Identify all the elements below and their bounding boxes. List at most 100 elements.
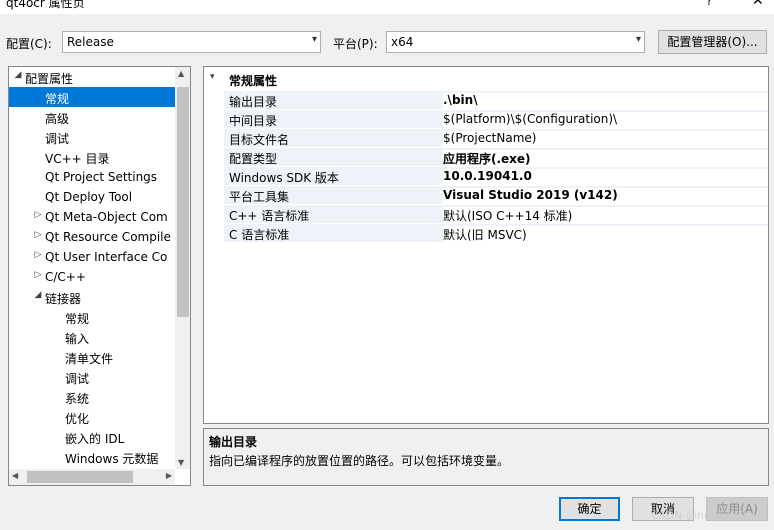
tree-item-label: VC++ 目录: [45, 152, 110, 166]
expand-icon[interactable]: ▷: [33, 250, 43, 260]
property-value-cell[interactable]: 默认(ISO C++14 标准): [443, 207, 768, 225]
property-row[interactable]: 配置类型 应用程序(.exe): [224, 148, 768, 168]
property-name: Windows SDK 版本: [229, 171, 339, 185]
tree-item-label: 调试: [65, 372, 90, 386]
expand-icon[interactable]: ▷: [33, 230, 43, 240]
property-name: 配置类型: [229, 152, 278, 166]
window-title: qt4ocr 属性页: [6, 0, 85, 10]
platform-dropdown-value: x64: [391, 35, 414, 49]
close-icon[interactable]: ✕: [752, 0, 764, 9]
chevron-down-icon: ▾: [635, 34, 641, 45]
property-value: 10.0.19041.0: [443, 169, 532, 183]
config-manager-button[interactable]: 配置管理器(O)...: [658, 30, 767, 54]
tree-item[interactable]: ◢ 链接器: [9, 287, 175, 307]
property-grid: ▾ 常规属性 输出目录 .\bin\ 中间目录 $(Platform)\$(Confi…: [203, 66, 769, 424]
tree-scroll-thumb[interactable]: [177, 87, 189, 317]
property-row[interactable]: 平台工具集 Visual Studio 2019 (v142): [224, 186, 768, 206]
tree-item-label: Qt Resource Compile: [45, 230, 171, 244]
collapse-icon[interactable]: ◢: [13, 70, 23, 80]
ok-button[interactable]: 确定: [559, 497, 620, 521]
chevron-down-icon: ▾: [311, 34, 317, 45]
tree-item[interactable]: 优化: [9, 407, 175, 427]
tree-item[interactable]: ◢ 配置属性: [9, 67, 175, 87]
property-name: 中间目录: [229, 114, 278, 128]
platform-label: 平台(P):: [333, 37, 378, 51]
tree-item[interactable]: 调试: [9, 127, 175, 147]
help-icon[interactable]: ?: [706, 0, 712, 8]
property-value-cell[interactable]: 应用程序(.exe): [443, 150, 768, 168]
tree-item-label: 系统: [65, 392, 90, 406]
property-name: 平台工具集: [229, 190, 290, 204]
config-label: 配置(C):: [6, 37, 52, 51]
tree-item[interactable]: 高级: [9, 107, 175, 127]
title-bar: qt4ocr 属性页 ? ✕: [0, 0, 774, 14]
property-value-cell[interactable]: $(Platform)\$(Configuration)\: [443, 112, 768, 130]
property-row[interactable]: C++ 语言标准 默认(ISO C++14 标准): [224, 205, 768, 225]
expand-icon[interactable]: ▷: [33, 270, 43, 280]
config-manager-button-label: 配置管理器(O)...: [667, 35, 758, 49]
property-category[interactable]: ▾ 常规属性: [204, 71, 768, 89]
property-row[interactable]: 目标文件名 $(ProjectName): [224, 129, 768, 149]
property-value: $(Platform)\$(Configuration)\: [443, 112, 618, 126]
collapse-icon[interactable]: ▾: [210, 72, 215, 82]
tree-item[interactable]: Qt Project Settings: [9, 167, 175, 187]
property-row[interactable]: 中间目录 $(Platform)\$(Configuration)\: [224, 110, 768, 130]
tree-item[interactable]: Windows 元数据: [9, 447, 175, 467]
collapse-icon[interactable]: ◢: [33, 290, 43, 300]
tree-item[interactable]: 常规: [9, 87, 175, 107]
property-name: 输出目录: [229, 95, 278, 109]
tree-item[interactable]: 调试: [9, 367, 175, 387]
property-value-cell[interactable]: $(ProjectName): [443, 131, 768, 149]
tree-item[interactable]: ▷ C/C++: [9, 267, 175, 287]
expand-icon[interactable]: ▷: [33, 210, 43, 220]
property-name: C++ 语言标准: [229, 209, 310, 223]
tree-item-label: Qt Deploy Tool: [45, 190, 133, 204]
tree-item[interactable]: VC++ 目录: [9, 147, 175, 167]
tree-hscroll-thumb[interactable]: [27, 471, 133, 483]
property-tree: ◢ 配置属性 常规 高级 调试 VC++ 目录 Qt Project Settings Qt …: [8, 66, 191, 486]
property-value: Visual Studio 2019 (v142): [443, 188, 618, 202]
tree-item[interactable]: Qt Deploy Tool: [9, 187, 175, 207]
property-row[interactable]: Windows SDK 版本 10.0.19041.0: [224, 167, 768, 187]
platform-dropdown[interactable]: x64 ▾: [386, 31, 645, 53]
tree-item[interactable]: 输入: [9, 327, 175, 347]
watermark-text: CSDN @humour9: [651, 509, 747, 522]
tree-item-label: 清单文件: [65, 352, 114, 366]
tree-item[interactable]: ▷ Qt User Interface Co: [9, 247, 175, 267]
tree-item-label: Qt Meta-Object Com: [45, 210, 168, 224]
tree-vertical-scrollbar[interactable]: ▲ ▼: [175, 67, 190, 469]
property-row[interactable]: C 语言标准 默认(旧 MSVC): [224, 224, 768, 244]
description-title: 输出目录: [209, 435, 258, 449]
tree-item[interactable]: ▷ Qt Meta-Object Com: [9, 207, 175, 227]
property-category-label: 常规属性: [229, 74, 278, 88]
tree-item-label: 输入: [65, 332, 90, 346]
property-value: 应用程序(.exe): [443, 152, 531, 166]
config-dropdown[interactable]: Release ▾: [62, 31, 321, 53]
tree-item-label: 嵌入的 IDL: [65, 432, 125, 446]
property-row[interactable]: 输出目录 .\bin\: [224, 91, 768, 111]
tree-item-label: 配置属性: [25, 72, 74, 86]
tree-item[interactable]: 清单文件: [9, 347, 175, 367]
property-value: $(ProjectName): [443, 131, 537, 145]
scroll-down-icon[interactable]: ▼: [178, 458, 184, 467]
property-value-cell[interactable]: .\bin\: [443, 93, 768, 111]
config-dropdown-value: Release: [67, 35, 114, 49]
property-value: .\bin\: [443, 93, 478, 107]
tree-item[interactable]: 嵌入的 IDL: [9, 427, 175, 447]
tree-horizontal-scrollbar[interactable]: ◀ ▶: [9, 469, 175, 485]
scroll-up-icon[interactable]: ▲: [178, 69, 184, 78]
ok-button-label: 确定: [577, 502, 602, 516]
tree-item-label: 常规: [65, 312, 90, 326]
scroll-right-icon[interactable]: ▶: [166, 471, 172, 480]
property-value-cell[interactable]: Visual Studio 2019 (v142): [443, 188, 768, 206]
tree-item-label: 常规: [45, 92, 70, 106]
scroll-left-icon[interactable]: ◀: [12, 471, 18, 480]
property-value-cell[interactable]: 默认(旧 MSVC): [443, 226, 768, 244]
property-value: 默认(ISO C++14 标准): [443, 209, 573, 223]
tree-item[interactable]: ▷ Qt Resource Compile: [9, 227, 175, 247]
tree-item[interactable]: 系统: [9, 387, 175, 407]
tree-item-label: 优化: [65, 412, 90, 426]
tree-item-label: Windows 元数据: [65, 452, 159, 466]
property-value-cell[interactable]: 10.0.19041.0: [443, 169, 768, 187]
tree-item[interactable]: 常规: [9, 307, 175, 327]
